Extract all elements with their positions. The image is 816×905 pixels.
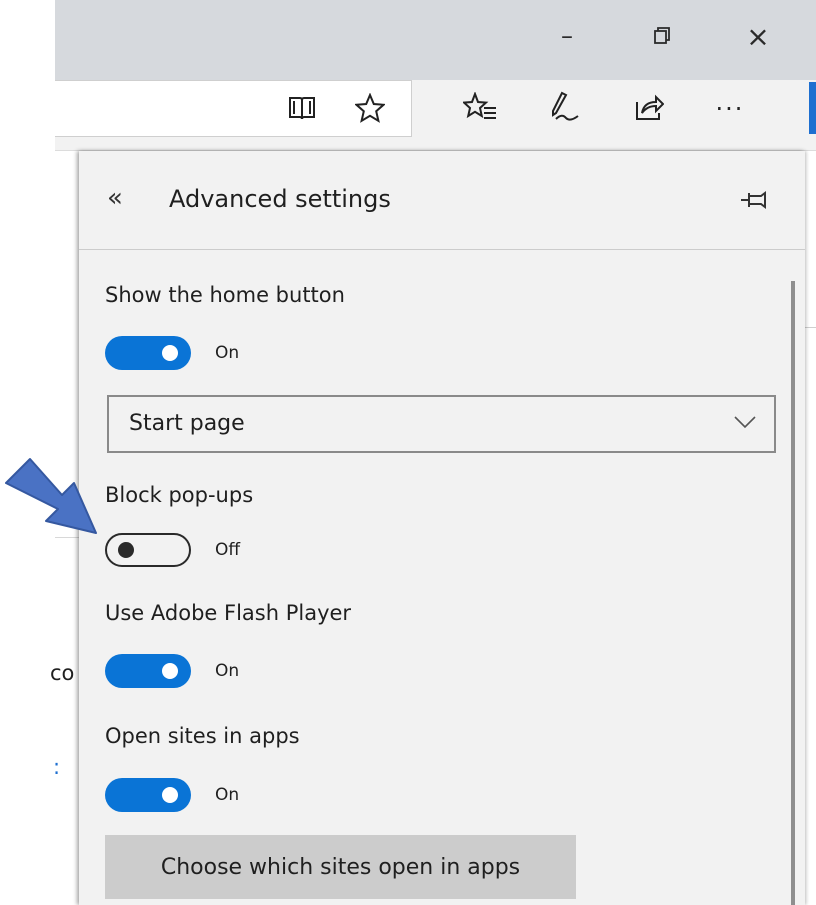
close-button[interactable]: × xyxy=(735,16,781,56)
browser-toolbar: ··· xyxy=(55,80,816,151)
more-icon[interactable]: ··· xyxy=(710,89,750,129)
annotation-arrow-icon xyxy=(5,458,97,534)
chevron-down-icon xyxy=(734,416,756,429)
setting-label: Open sites in apps xyxy=(105,724,300,748)
home-button-toggle[interactable] xyxy=(105,336,191,370)
toggle-knob xyxy=(162,345,178,361)
share-icon[interactable] xyxy=(629,87,669,127)
choose-sites-button[interactable]: Choose which sites open in apps xyxy=(105,835,576,899)
background-text-fragment: co xyxy=(50,661,75,685)
toggle-knob xyxy=(162,663,178,679)
back-button[interactable]: « xyxy=(107,183,123,213)
toggle-state: Off xyxy=(215,540,241,560)
background-text-fragment: : xyxy=(53,755,61,779)
block-popups-toggle[interactable] xyxy=(105,533,191,567)
flash-player-toggle[interactable] xyxy=(105,654,191,688)
panel-header: « Advanced settings xyxy=(79,151,805,250)
favorite-star-icon[interactable] xyxy=(350,88,390,128)
advanced-settings-panel: « Advanced settings Show the home button… xyxy=(79,151,805,905)
background-divider-right xyxy=(805,327,816,328)
panel-title: Advanced settings xyxy=(169,185,391,213)
restore-button[interactable] xyxy=(639,16,685,56)
web-note-icon[interactable] xyxy=(545,87,585,127)
toggle-state: On xyxy=(215,343,240,363)
setting-label: Block pop-ups xyxy=(105,483,254,507)
home-page-select[interactable]: Start page xyxy=(107,395,776,453)
open-sites-in-apps-toggle[interactable] xyxy=(105,778,191,812)
setting-label: Show the home button xyxy=(105,283,345,307)
select-value: Start page xyxy=(129,411,245,436)
address-bar[interactable] xyxy=(55,80,412,137)
toggle-state: On xyxy=(215,785,240,805)
setting-label: Use Adobe Flash Player xyxy=(105,601,352,625)
toggle-state: On xyxy=(215,661,240,681)
restore-icon xyxy=(654,27,670,44)
toggle-knob xyxy=(162,787,178,803)
minimize-button[interactable]: – xyxy=(544,16,590,56)
toggle-knob xyxy=(118,542,134,558)
scrollbar[interactable] xyxy=(791,281,795,905)
accent-strip xyxy=(809,82,816,134)
title-bar: – × xyxy=(55,0,816,80)
reading-view-icon[interactable] xyxy=(282,88,322,128)
favorites-hub-icon[interactable] xyxy=(460,87,500,127)
pin-icon[interactable] xyxy=(739,189,771,211)
